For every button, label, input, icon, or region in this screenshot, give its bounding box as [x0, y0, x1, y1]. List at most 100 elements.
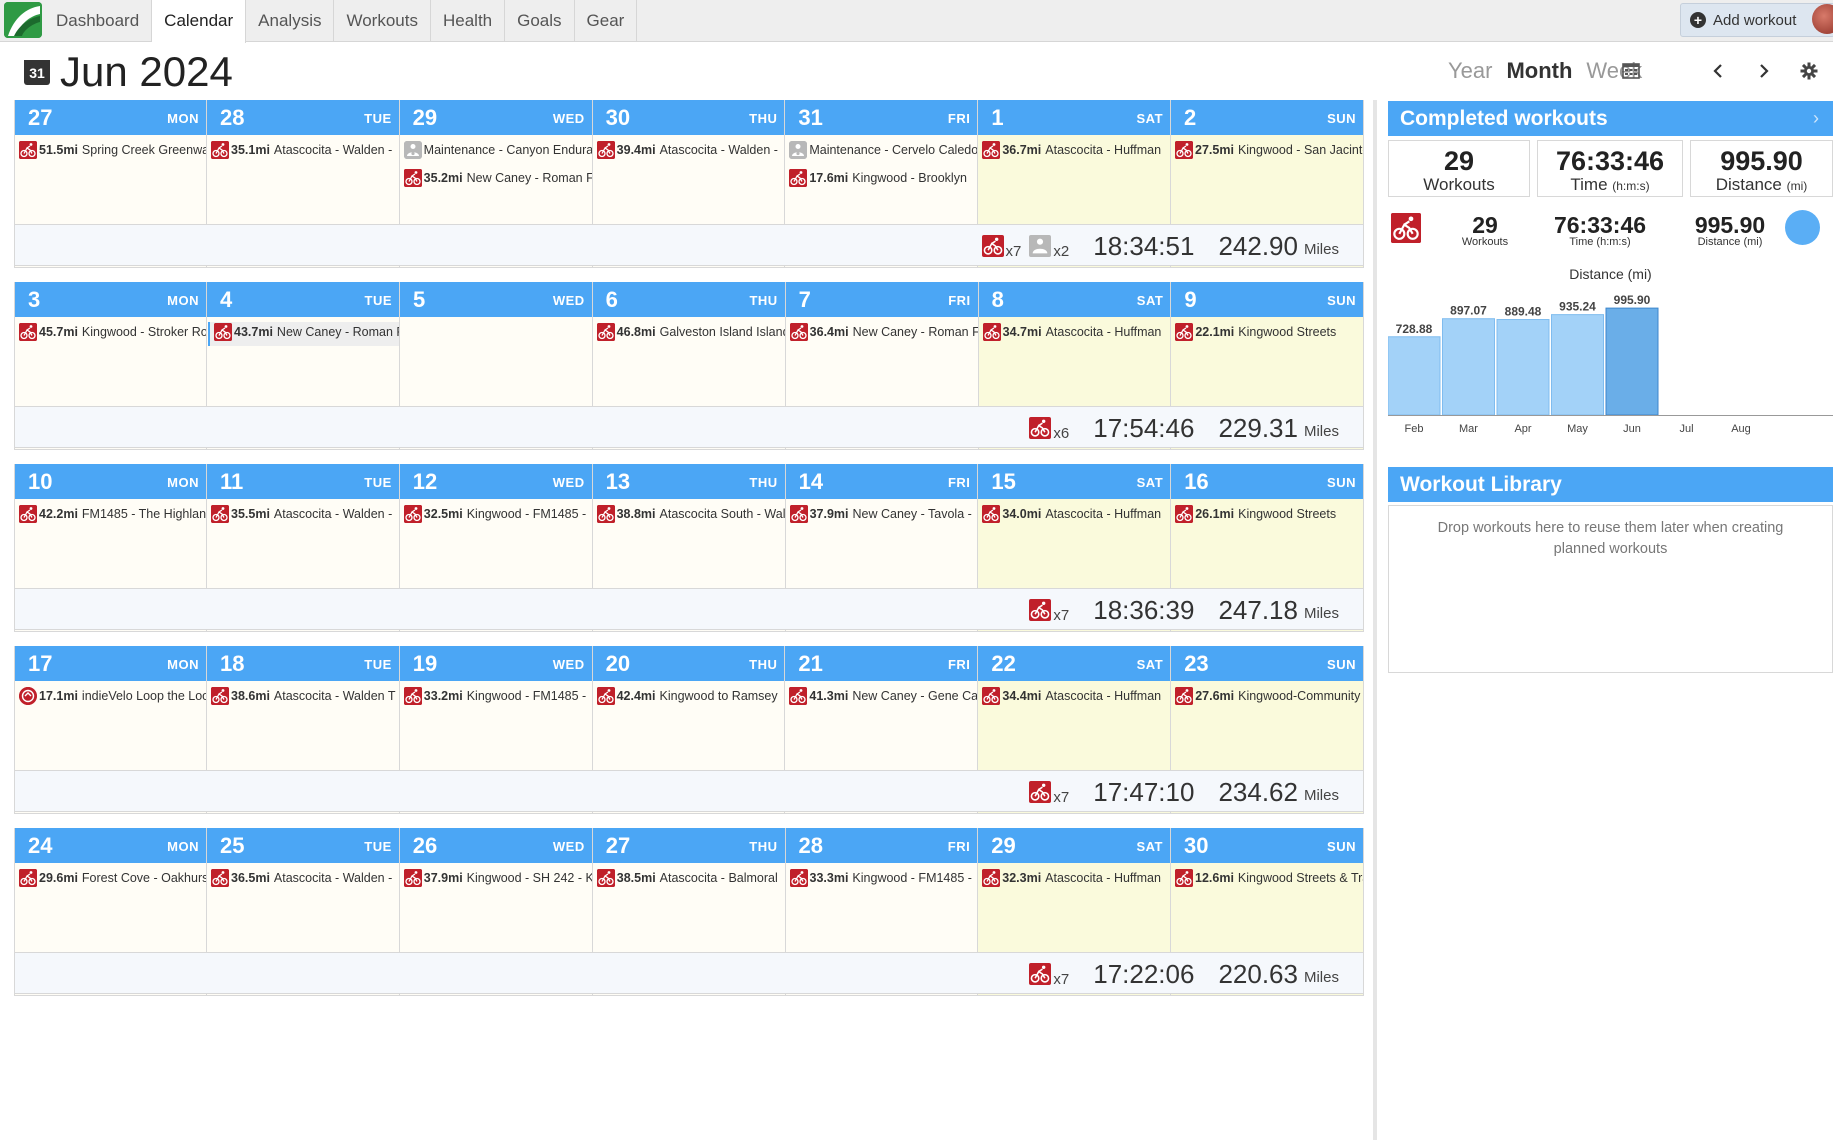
workout-item[interactable]: 17.6mi Kingwood - Brooklyn: [785, 168, 977, 192]
day-name: MON: [167, 839, 199, 854]
chart-tick-label: Jul: [1679, 423, 1693, 435]
chart-bar[interactable]: [1496, 319, 1550, 416]
day-number: 26: [412, 833, 438, 858]
workout-title: Kingwood - FM1485 -: [466, 507, 587, 521]
workout-item[interactable]: 41.3miNew Caney - Gene Campbell: [785, 686, 977, 710]
workout-item[interactable]: 37.9mi New Caney - Tavola -: [786, 504, 978, 528]
workout-item[interactable]: 34.0mi Atascocita - Huffman: [978, 504, 1170, 528]
workout-title: Kingwood - FM1485 -: [466, 689, 587, 703]
workout-title: Kingwood - SH 242 - Kingwood: [466, 871, 592, 885]
workout-item[interactable]: 35.1mi Atascocita - Walden -: [207, 140, 399, 164]
distance-chart: 728.88 Feb 897.07 Mar 889.48 Apr 935.24 May 995.…: [1388, 293, 1833, 435]
sub-time-value: 76:33:46: [1553, 212, 1647, 238]
tab-workouts[interactable]: Workouts: [334, 0, 431, 42]
workout-item[interactable]: 34.7mi Atascocita - Huffman: [979, 322, 1171, 346]
workout-item[interactable]: 36.4miNew Caney - Roman Forest: [786, 322, 978, 346]
bike-icon: [1175, 323, 1194, 341]
day-number: 28: [220, 105, 245, 130]
workout-item[interactable]: 29.6mi Forest Cove - Oakhurst: [15, 868, 206, 892]
panel-divider[interactable]: [1373, 100, 1377, 1140]
day-name: MON: [167, 657, 199, 672]
tab-analysis[interactable]: Analysis: [246, 0, 335, 42]
workout-item[interactable]: 35.5mi Atascocita - Walden -: [207, 504, 399, 528]
workout-item[interactable]: 32.3mi Atascocita - Huffman: [978, 868, 1170, 892]
bike-icon: [1029, 599, 1052, 621]
chart-bar[interactable]: [1605, 307, 1659, 416]
chart-bar[interactable]: [1442, 318, 1495, 416]
day-number: 2: [1184, 105, 1197, 130]
workout-item[interactable]: 35.2miNew Caney - Roman Forest: [400, 168, 592, 192]
workout-item[interactable]: 33.3mi Kingwood - FM1485 -: [786, 868, 978, 892]
workout-title: Galveston Island Island: [659, 325, 785, 339]
week-row: 24 MON 29.6mi Forest Cove - Oakhurst 25 TUE 36…: [14, 828, 1364, 1041]
day-number: 8: [991, 287, 1004, 312]
tab-gear[interactable]: Gear: [575, 0, 638, 42]
workout-title: Kingwood Streets: [1238, 507, 1337, 521]
view-month-button[interactable]: Month: [1506, 58, 1572, 84]
add-workout-button[interactable]: + Add workout: [1680, 3, 1833, 37]
app-logo[interactable]: [4, 2, 42, 38]
sub-distance-label: Distance (mi): [1697, 236, 1763, 248]
workout-title: Atascocita - Walden T: [273, 689, 396, 703]
workout-title: Atascocita South - Walden: [659, 507, 785, 521]
workout-item[interactable]: 27.5mi Kingwood - San Jacinto: [1171, 140, 1363, 164]
view-year-button[interactable]: Year: [1448, 58, 1492, 84]
workout-item[interactable]: 36.5mi Atascocita - Walden -: [207, 868, 399, 892]
week-total-distance: 242.90: [1218, 230, 1298, 261]
workout-item[interactable]: 38.5mi Atascocita - Balmoral: [593, 868, 785, 892]
tab-health[interactable]: Health: [431, 0, 506, 42]
workout-item[interactable]: 33.2mi Kingwood - FM1485 -: [400, 686, 592, 710]
sport-count: x7: [1029, 599, 1069, 624]
chevron-left-icon[interactable]: [1707, 59, 1729, 83]
workout-item[interactable]: 39.4mi Atascocita - Walden -: [593, 140, 785, 164]
tab-dashboard[interactable]: Dashboard: [44, 0, 153, 42]
workout-item[interactable]: 42.4mi Kingwood to Ramsey: [593, 686, 785, 710]
bike-icon: [596, 687, 615, 705]
chevron-right-icon[interactable]: [1753, 59, 1775, 83]
week-total-time: 17:47:10: [1093, 776, 1195, 807]
calendar-grid-icon[interactable]: [1620, 59, 1642, 83]
workout-item[interactable]: Maintenance - Cervelo Caledonia: [785, 140, 977, 164]
chart-title: Distance (mi): [1569, 266, 1652, 282]
tab-goals[interactable]: Goals: [505, 0, 575, 42]
workout-item[interactable]: 12.6miKingwood Streets & Trails: [1171, 868, 1363, 892]
workout-item[interactable]: 38.8miAtascocita South - Walden: [593, 504, 785, 528]
workout-item[interactable]: 42.2mi FM1485 - The Highlands: [15, 504, 206, 528]
week-summary: x7 18:36:39 247.18 Miles: [14, 588, 1364, 630]
workout-title: Maintenance - Cervelo Caledonia: [809, 143, 978, 157]
chart-tick-label: Apr: [1514, 423, 1531, 435]
workout-item[interactable]: 38.6mi Atascocita - Walden T: [207, 686, 399, 710]
day-number: 17: [28, 651, 53, 676]
workout-item[interactable]: 45.7miKingwood - Stroker Road: [15, 322, 206, 346]
day-header: 19 WED: [399, 646, 592, 681]
day-name: SUN: [1327, 111, 1357, 126]
day-header: 12 WED: [399, 464, 592, 499]
tab-calendar[interactable]: Calendar: [152, 0, 247, 43]
workout-distance: 17.6mi: [809, 171, 849, 185]
chevron-right-icon[interactable]: ›: [1813, 101, 1819, 136]
workout-item[interactable]: 32.5mi Kingwood - FM1485 -: [400, 504, 592, 528]
workout-item[interactable]: 27.6mi Kingwood-Community: [1171, 686, 1363, 710]
day-header: 16 SUN: [1171, 464, 1363, 499]
chart-tick-label: Aug: [1731, 423, 1751, 435]
workout-item[interactable]: 17.1mi indieVelo Loop the Loop: [15, 686, 206, 710]
workout-library-dropzone[interactable]: Drop workouts here to reuse them later w…: [1388, 505, 1833, 673]
completed-workouts-header[interactable]: Completed workouts ›: [1388, 101, 1833, 136]
distance-unit: Miles: [1303, 604, 1339, 622]
gear-icon[interactable]: [1798, 59, 1820, 83]
workout-item[interactable]: 26.1mi Kingwood Streets: [1171, 504, 1363, 528]
workout-item[interactable]: 22.1mi Kingwood Streets: [1171, 322, 1363, 346]
chart-tick-label: Jun: [1623, 423, 1641, 435]
workout-item[interactable]: 36.7mi Atascocita - Huffman: [978, 140, 1170, 164]
workout-distance: 26.1mi: [1195, 507, 1235, 521]
chart-bar[interactable]: [1551, 314, 1604, 416]
workout-title: Maintenance - Canyon Endurace: [423, 143, 592, 157]
workout-item[interactable]: 34.4mi Atascocita - Huffman: [978, 686, 1170, 710]
workout-item[interactable]: Maintenance - Canyon Endurace: [400, 140, 592, 164]
workout-item[interactable]: 51.5mi Spring Creek Greenway: [15, 140, 206, 164]
workout-item[interactable]: 43.7miNew Caney - Roman Forest: [208, 322, 399, 346]
workout-item[interactable]: 46.8mi Galveston Island Island: [593, 322, 785, 346]
chart-bar[interactable]: [1388, 336, 1441, 416]
workout-title: Atascocita - Balmoral: [659, 871, 778, 885]
workout-item[interactable]: 37.9miKingwood - SH 242 - Kingwood: [400, 868, 592, 892]
